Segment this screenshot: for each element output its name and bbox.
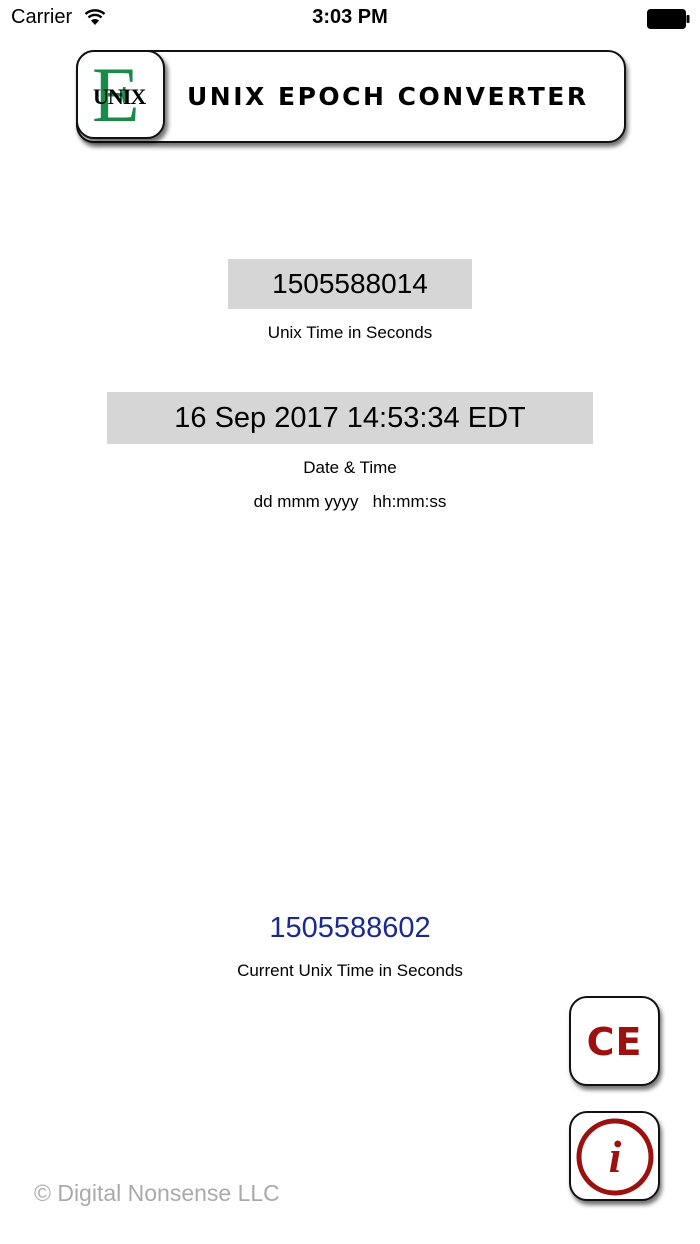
current-unix-label: Current Unix Time in Seconds [237,961,463,980]
info-glyph: i [609,1131,622,1182]
info-button[interactable]: i [569,1111,660,1201]
date-time-field[interactable]: 16 Sep 2017 14:53:34 EDT [107,392,593,444]
battery-icon [647,9,690,29]
info-icon: i [576,1118,654,1196]
status-bar: Carrier 3:03 PM [0,0,700,40]
unix-time-label: Unix Time in Seconds [267,323,433,342]
date-time-label: Date & Time [303,458,397,477]
ce-label: CE [586,1020,643,1064]
current-unix-time[interactable]: 1505588602 [0,912,700,945]
status-time: 3:03 PM [312,6,388,28]
copyright-text: © Digital Nonsense LLC [34,1180,280,1206]
app-logo: E UNIX [76,50,165,139]
date-format-label: dd mmm yyyy hh:mm:ss [253,492,447,511]
clear-entry-button[interactable]: CE [569,996,660,1086]
logo-text: UNIX [93,84,146,109]
unix-time-field[interactable]: 1505588014 [228,259,472,309]
app-title: UNIX EPOCH CONVERTER [187,82,589,111]
